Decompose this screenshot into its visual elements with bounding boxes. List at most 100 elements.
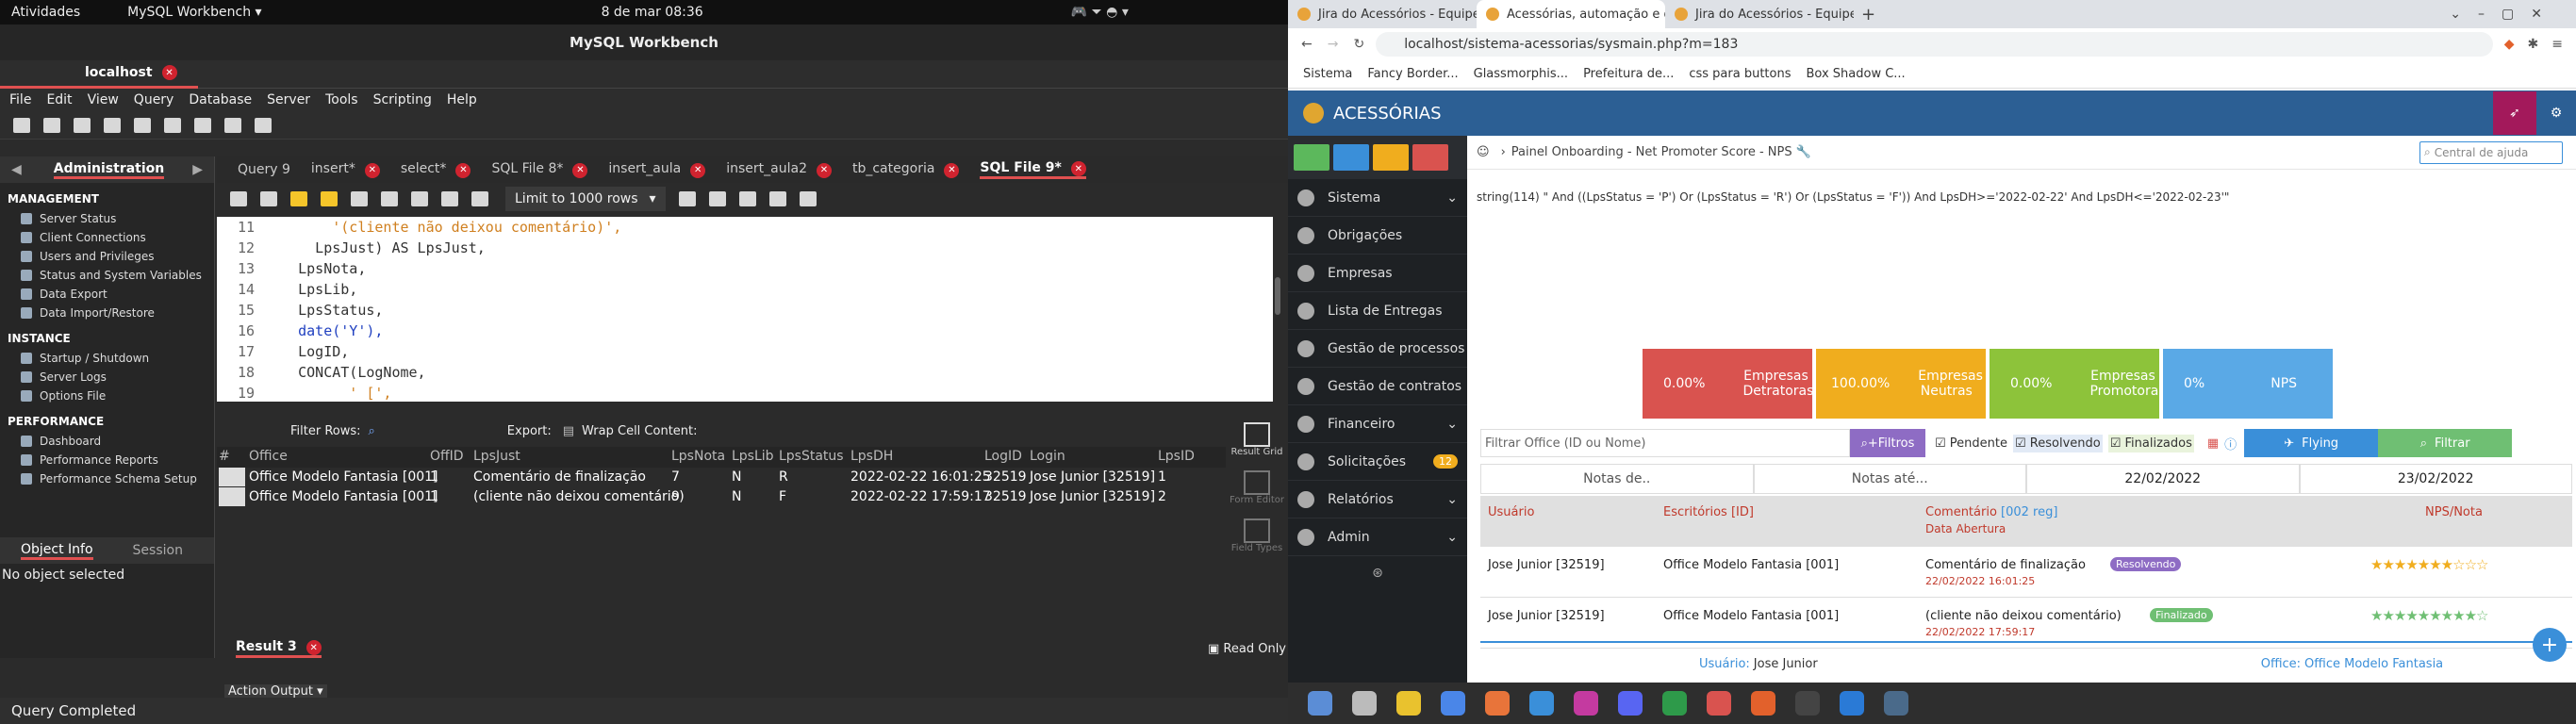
toggle-icon[interactable] bbox=[411, 191, 428, 206]
open-file-icon[interactable] bbox=[230, 191, 247, 206]
search-table-icon[interactable] bbox=[224, 117, 241, 133]
help-search-input[interactable]: ⌕ Central de ajuda bbox=[2419, 140, 2563, 164]
wrap-icon[interactable] bbox=[799, 191, 817, 206]
save-icon[interactable] bbox=[260, 191, 277, 206]
cell[interactable]: N bbox=[732, 489, 741, 504]
menu-help[interactable]: Help bbox=[447, 92, 477, 107]
row-selector[interactable] bbox=[219, 487, 245, 506]
bookmark-css-buttons[interactable]: css para buttons bbox=[1689, 67, 1791, 81]
nav-startup-shutdown[interactable]: Startup / Shutdown bbox=[0, 349, 214, 368]
cell[interactable]: F bbox=[779, 489, 786, 504]
search-icon[interactable] bbox=[738, 191, 756, 206]
menu-database[interactable]: Database bbox=[189, 92, 252, 107]
home-icon[interactable] bbox=[1294, 144, 1329, 171]
menu-scripting[interactable]: Scripting bbox=[373, 92, 432, 107]
col-header[interactable]: # bbox=[219, 449, 230, 464]
menu-gestao-contratos[interactable]: Gestão de contratos bbox=[1288, 368, 1467, 405]
menu-admin[interactable]: Admin ⌄ bbox=[1288, 518, 1467, 556]
col-header[interactable]: LpsDH bbox=[850, 449, 893, 464]
forward-icon[interactable]: → bbox=[1328, 37, 1339, 52]
cell[interactable]: Comentário de finalização bbox=[473, 469, 646, 485]
tab-sqlfile8[interactable]: SQL File 8* ✕ bbox=[491, 161, 588, 178]
files-icon[interactable] bbox=[1352, 691, 1377, 716]
field-types-button[interactable]: Field Types bbox=[1226, 518, 1288, 553]
terminal-icon[interactable] bbox=[1795, 691, 1820, 716]
sql-editor[interactable]: 11 '(cliente não deixou comentário)', 12… bbox=[217, 217, 1273, 402]
menu-solicitacoes[interactable]: Solicitações 12 bbox=[1288, 443, 1467, 481]
rocket-icon[interactable]: ➶ bbox=[2493, 91, 2536, 135]
plane-icon[interactable] bbox=[1333, 144, 1369, 171]
close-icon[interactable]: ✕ bbox=[455, 162, 471, 178]
nav-performance-reports[interactable]: Performance Reports bbox=[0, 451, 214, 469]
procedure-icon[interactable] bbox=[164, 117, 181, 133]
nav-dashboard[interactable]: Dashboard bbox=[0, 432, 214, 451]
url-input[interactable]: localhost/sistema-acessorias/sysmain.php… bbox=[1376, 32, 2493, 57]
chrome-icon[interactable] bbox=[1662, 691, 1687, 716]
cell[interactable]: Jose Junior [32519] bbox=[1030, 469, 1155, 485]
menu-lista-entregas[interactable]: Lista de Entregas bbox=[1288, 292, 1467, 330]
notas-de-input[interactable]: Notas de.. bbox=[1480, 464, 1754, 494]
reload-icon[interactable]: ↻ bbox=[1353, 37, 1364, 52]
close-icon[interactable]: ✕ bbox=[690, 162, 706, 178]
table-row[interactable]: Office Modelo Fantasia [001] 1 (cliente … bbox=[217, 487, 1288, 507]
app-icon[interactable] bbox=[1308, 691, 1332, 716]
workbench-icon[interactable] bbox=[1884, 691, 1908, 716]
menu-view[interactable]: View bbox=[88, 92, 119, 107]
col-header[interactable]: LpsJust bbox=[473, 449, 520, 464]
close-icon[interactable]: ✕ bbox=[572, 162, 588, 178]
nav-server-logs[interactable]: Server Logs bbox=[0, 368, 214, 387]
view-icon[interactable] bbox=[134, 117, 151, 133]
invisible-chars-icon[interactable] bbox=[768, 191, 786, 206]
close-icon[interactable]: ✕ bbox=[944, 162, 960, 178]
back-icon[interactable]: ← bbox=[1301, 37, 1313, 52]
execute-current-icon[interactable] bbox=[321, 191, 338, 206]
menu-obrigacoes[interactable]: Obrigações bbox=[1288, 217, 1467, 255]
cell[interactable]: 2 bbox=[1158, 489, 1166, 504]
help-icon[interactable] bbox=[1529, 691, 1554, 716]
menu-sistema[interactable]: Sistema ⌄ bbox=[1288, 179, 1467, 217]
cell[interactable]: Jose Junior [32519] bbox=[1030, 489, 1155, 504]
system-tray-icons[interactable]: 🎮 ⏷ ◓ ▾ bbox=[1071, 5, 1129, 20]
execute-icon[interactable] bbox=[290, 191, 307, 206]
tab-insert-aula2[interactable]: insert_aula2 ✕ bbox=[726, 161, 832, 178]
menu-relatorios[interactable]: Relatórios ⌄ bbox=[1288, 481, 1467, 518]
table-row[interactable]: Office Modelo Fantasia [001] 1 Comentári… bbox=[217, 468, 1288, 487]
vscode-icon[interactable] bbox=[1840, 691, 1864, 716]
tab-insert-aula[interactable]: insert_aula ✕ bbox=[608, 161, 706, 178]
check-pendente[interactable]: ☑ Pendente bbox=[1935, 436, 2007, 451]
brand-name[interactable]: ACESSÓRIAS bbox=[1333, 104, 1442, 123]
tab-select[interactable]: select* ✕ bbox=[401, 161, 471, 178]
nav-data-export[interactable]: Data Export bbox=[0, 285, 214, 304]
notas-ate-input[interactable]: Notas até... bbox=[1753, 464, 2026, 494]
table-row[interactable]: Jose Junior [32519] Office Modelo Fantas… bbox=[1480, 547, 2572, 598]
filter-office-input[interactable]: Filtrar Office (ID ou Nome) bbox=[1480, 429, 1850, 457]
app-icon[interactable] bbox=[1396, 691, 1421, 716]
calendar-icon[interactable]: ▦ bbox=[2207, 436, 2219, 451]
discord-icon[interactable] bbox=[1618, 691, 1643, 716]
cell[interactable]: 2022-02-22 16:01:25 bbox=[850, 469, 991, 485]
brave-icon[interactable] bbox=[1751, 691, 1775, 716]
col-header[interactable]: LpsID bbox=[1158, 449, 1195, 464]
close-icon[interactable]: ✕ bbox=[816, 162, 832, 178]
menu-edit[interactable]: Edit bbox=[46, 92, 72, 107]
cell[interactable]: 2022-02-22 17:59:17 bbox=[850, 489, 991, 504]
chevron-right-icon[interactable]: ▶ bbox=[192, 162, 203, 177]
find-icon[interactable] bbox=[708, 191, 726, 206]
col-header[interactable]: LpsLib bbox=[732, 449, 774, 464]
row-selector[interactable] bbox=[219, 468, 245, 486]
menu-gestao-processos[interactable]: Gestão de processos bbox=[1288, 330, 1467, 368]
nav-server-status[interactable]: Server Status bbox=[0, 209, 214, 228]
col-header[interactable]: LpsStatus bbox=[779, 449, 844, 464]
result-grid[interactable]: # Office OffID LpsJust LpsNota LpsLib Lp… bbox=[217, 447, 1288, 522]
power-icon[interactable] bbox=[1412, 144, 1448, 171]
app-icon[interactable] bbox=[1707, 691, 1731, 716]
menu-empresas[interactable]: Empresas bbox=[1288, 255, 1467, 292]
close-icon[interactable]: ✕ bbox=[161, 65, 177, 80]
tab-administration[interactable]: Administration bbox=[53, 161, 165, 179]
new-sql-tab-icon[interactable] bbox=[13, 117, 30, 133]
cell[interactable]: 1 bbox=[1158, 469, 1166, 485]
bookmark-glassmorphism[interactable]: Glassmorphis... bbox=[1474, 67, 1568, 81]
col-header[interactable]: Login bbox=[1030, 449, 1065, 464]
explain-icon[interactable] bbox=[351, 191, 368, 206]
more-filters-button[interactable]: ⌕ +Filtros bbox=[1850, 429, 1925, 457]
